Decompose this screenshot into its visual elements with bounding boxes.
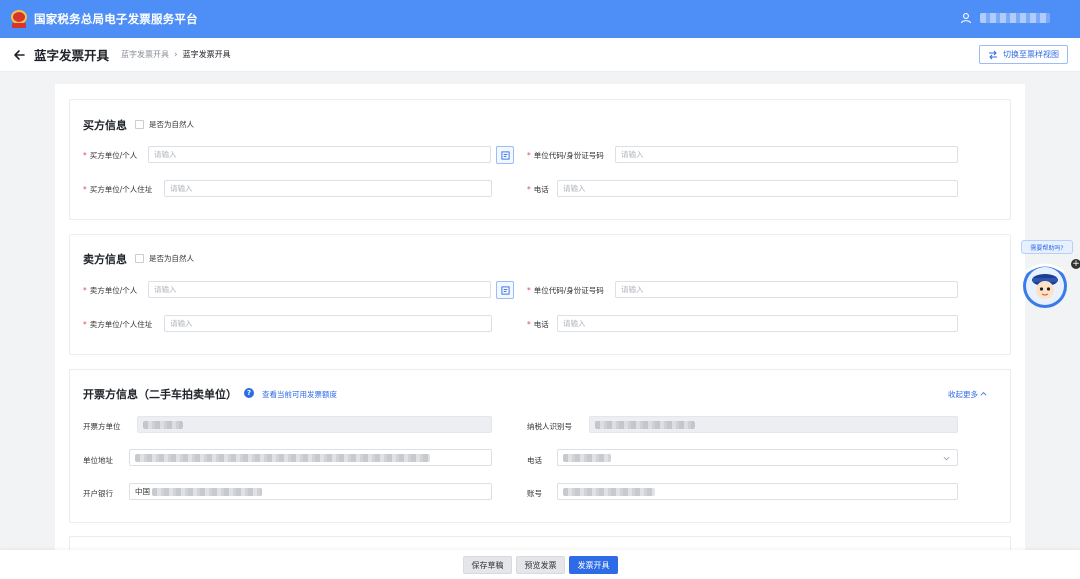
issuer-taxid-input	[589, 416, 958, 433]
buyer-select-button[interactable]	[496, 146, 514, 164]
tax-assistant-avatar-icon[interactable]	[1020, 258, 1070, 310]
page-title: 蓝字发票开具	[34, 48, 110, 63]
buyer-address-label: * 买方单位/个人住址	[83, 185, 153, 194]
seller-address-input[interactable]: 请输入	[164, 315, 492, 332]
issuer-unit-label: 开票方单位	[83, 422, 121, 431]
issuer-address-label: 单位地址	[83, 456, 113, 465]
redacted-value	[563, 487, 655, 496]
seller-name-label: * 卖方单位/个人	[83, 286, 138, 295]
buyer-phone-label: * 电话	[527, 185, 549, 194]
user-name-redacted	[980, 13, 1050, 23]
breadcrumb-item[interactable]: 蓝字发票开具	[121, 49, 169, 60]
seller-section: 卖方信息 是否为自然人 * 卖方单位/个人 请输入 * 单位代码/身份证号码 请输入…	[69, 234, 1011, 355]
buyer-natural-person[interactable]: 是否为自然人	[135, 119, 194, 130]
seller-select-button[interactable]	[496, 281, 514, 299]
quota-link[interactable]: 查看当前可用发票额度	[262, 389, 337, 400]
help-bubble[interactable]: 需要帮助吗?	[1021, 240, 1073, 254]
seller-code-input[interactable]: 请输入	[615, 281, 958, 298]
buyer-code-label: * 单位代码/身份证号码	[527, 151, 604, 160]
switch-view-label: 切换至票样视图	[1003, 50, 1059, 59]
issue-invoice-button[interactable]: 发票开具	[569, 556, 618, 574]
issuer-phone-select[interactable]	[557, 449, 958, 466]
seller-code-label: * 单位代码/身份证号码	[527, 286, 604, 295]
buyer-name-label: * 买方单位/个人	[83, 151, 138, 160]
arrow-left-icon	[14, 49, 25, 60]
buyer-title: 买方信息	[83, 119, 127, 132]
breadcrumb-current: 蓝字发票开具	[182, 50, 231, 59]
seller-natural-person-label: 是否为自然人	[149, 254, 194, 263]
expand-plus-icon[interactable]: +	[1071, 259, 1080, 269]
action-footer: 保存草稿 预览发票 发票开具	[0, 550, 1080, 579]
buyer-code-input[interactable]: 请输入	[615, 146, 958, 163]
breadcrumb-separator-icon: ›	[174, 49, 178, 60]
save-draft-button[interactable]: 保存草稿	[463, 556, 512, 574]
list-icon	[500, 150, 510, 160]
collapse-more-link[interactable]: 收起更多	[948, 389, 987, 400]
switch-arrows-icon	[989, 50, 997, 59]
buyer-section: 买方信息 是否为自然人 * 买方单位/个人 请输入 * 单位代码/身份证号码 请输入…	[69, 99, 1011, 220]
bank-value-prefix: 中国	[135, 487, 150, 496]
issuer-address-input[interactable]	[129, 449, 492, 466]
buyer-natural-person-checkbox[interactable]	[135, 120, 144, 129]
switch-view-button[interactable]: 切换至票样视图	[979, 45, 1068, 64]
seller-address-label: * 卖方单位/个人住址	[83, 320, 153, 329]
list-icon	[500, 285, 510, 295]
issuer-account-input[interactable]	[557, 483, 958, 500]
issuer-bank-input[interactable]: 中国	[129, 483, 492, 500]
issuer-account-label: 账号	[527, 489, 542, 498]
redacted-value	[135, 453, 430, 462]
app-title: 国家税务总局电子发票服务平台	[34, 12, 198, 26]
tax-emblem-icon	[10, 10, 28, 28]
breadcrumb: 蓝字发票开具 › 蓝字发票开具	[121, 49, 231, 60]
next-section-edge	[69, 536, 1011, 550]
seller-phone-label: * 电话	[527, 320, 549, 329]
seller-name-input[interactable]: 请输入	[148, 281, 491, 298]
user-menu[interactable]	[960, 12, 1050, 24]
preview-invoice-button[interactable]: 预览发票	[516, 556, 565, 574]
buyer-phone-input[interactable]: 请输入	[557, 180, 958, 197]
buyer-address-input[interactable]: 请输入	[164, 180, 492, 197]
chevron-up-icon	[980, 392, 987, 396]
seller-phone-input[interactable]: 请输入	[557, 315, 958, 332]
redacted-value	[143, 420, 183, 429]
user-icon	[960, 13, 972, 24]
redacted-value	[595, 420, 695, 429]
top-bar: 国家税务总局电子发票服务平台	[0, 0, 1080, 38]
page-header: 蓝字发票开具 蓝字发票开具 › 蓝字发票开具 切换至票样视图	[0, 38, 1080, 72]
seller-natural-person[interactable]: 是否为自然人	[135, 253, 194, 264]
redacted-value	[563, 453, 611, 462]
help-icon[interactable]: ?	[244, 388, 254, 398]
invoice-form: 买方信息 是否为自然人 * 买方单位/个人 请输入 * 单位代码/身份证号码 请输入…	[55, 84, 1025, 550]
seller-natural-person-checkbox[interactable]	[135, 254, 144, 263]
issuer-title: 开票方信息（二手车拍卖单位）	[83, 388, 237, 401]
chevron-down-icon	[943, 456, 950, 461]
buyer-name-input[interactable]: 请输入	[148, 146, 491, 163]
seller-title: 卖方信息	[83, 253, 127, 266]
issuer-section: 开票方信息（二手车拍卖单位） ? 查看当前可用发票额度 收起更多 开票方单位 纳…	[69, 369, 1011, 523]
buyer-natural-person-label: 是否为自然人	[149, 120, 194, 129]
issuer-unit-input	[137, 416, 492, 433]
redacted-value	[152, 487, 262, 496]
back-button[interactable]	[12, 48, 26, 62]
issuer-taxid-label: 纳税人识别号	[527, 422, 572, 431]
issuer-phone-label: 电话	[527, 456, 542, 465]
issuer-bank-label: 开户银行	[83, 489, 113, 498]
